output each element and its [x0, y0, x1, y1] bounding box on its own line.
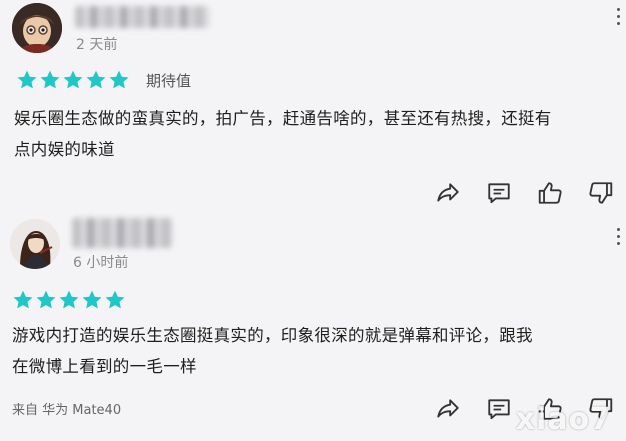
share-icon[interactable]: [435, 180, 461, 206]
username-blurred[interactable]: [72, 218, 172, 248]
review-card: 2 天前 期待值 娱乐圈生态做的蛮真实的，拍广告，赶通告啥的，甚至还有热搜，还挺…: [0, 0, 626, 214]
thumbs-up-icon[interactable]: [537, 180, 563, 206]
more-vertical-icon[interactable]: [616, 228, 622, 249]
watermark-logo: xiao7: [515, 402, 612, 437]
content-line: 游戏内打造的娱乐生态圈挺真实的，印象很深的就是弹幕和评论，跟我: [12, 326, 533, 345]
content-line: 点内娱的味道: [14, 140, 115, 159]
star-icon: [39, 69, 61, 91]
star-rating: [16, 69, 130, 91]
star-icon: [58, 289, 80, 311]
share-icon[interactable]: [435, 396, 461, 422]
content-line: 娱乐圈生态做的蛮真实的，拍广告，赶通告啥的，甚至还有热搜，还挺有: [14, 109, 552, 128]
review-time: 6 小时前: [73, 255, 129, 271]
star-icon: [35, 289, 57, 311]
star-icon: [12, 289, 34, 311]
star-rating: [12, 289, 126, 311]
avatar-portrait-image: [12, 3, 62, 53]
avatar[interactable]: [12, 3, 62, 53]
username-blurred[interactable]: [75, 6, 210, 28]
content-line: 在微博上看到的一毛一样: [12, 357, 197, 376]
rating-tag: 期待值: [146, 72, 192, 90]
avatar[interactable]: [10, 219, 60, 269]
star-icon: [104, 289, 126, 311]
review-content: 游戏内打造的娱乐生态圈挺真实的，印象很深的就是弹幕和评论，跟我 在微博上看到的一…: [12, 320, 612, 382]
review-time: 2 天前: [76, 37, 118, 53]
comment-icon[interactable]: [486, 180, 512, 206]
star-icon: [81, 289, 103, 311]
star-icon: [16, 69, 38, 91]
star-icon: [62, 69, 84, 91]
review-content: 娱乐圈生态做的蛮真实的，拍广告，赶通告啥的，甚至还有热搜，还挺有 点内娱的味道: [14, 103, 614, 165]
star-icon: [85, 69, 107, 91]
review-actions: [435, 180, 614, 206]
comment-icon[interactable]: [486, 396, 512, 422]
avatar-character-image: [10, 219, 60, 269]
more-vertical-icon[interactable]: [616, 8, 622, 29]
thumbs-down-icon[interactable]: [588, 180, 614, 206]
star-icon: [108, 69, 130, 91]
device-info: 来自 华为 Mate40: [12, 403, 122, 418]
